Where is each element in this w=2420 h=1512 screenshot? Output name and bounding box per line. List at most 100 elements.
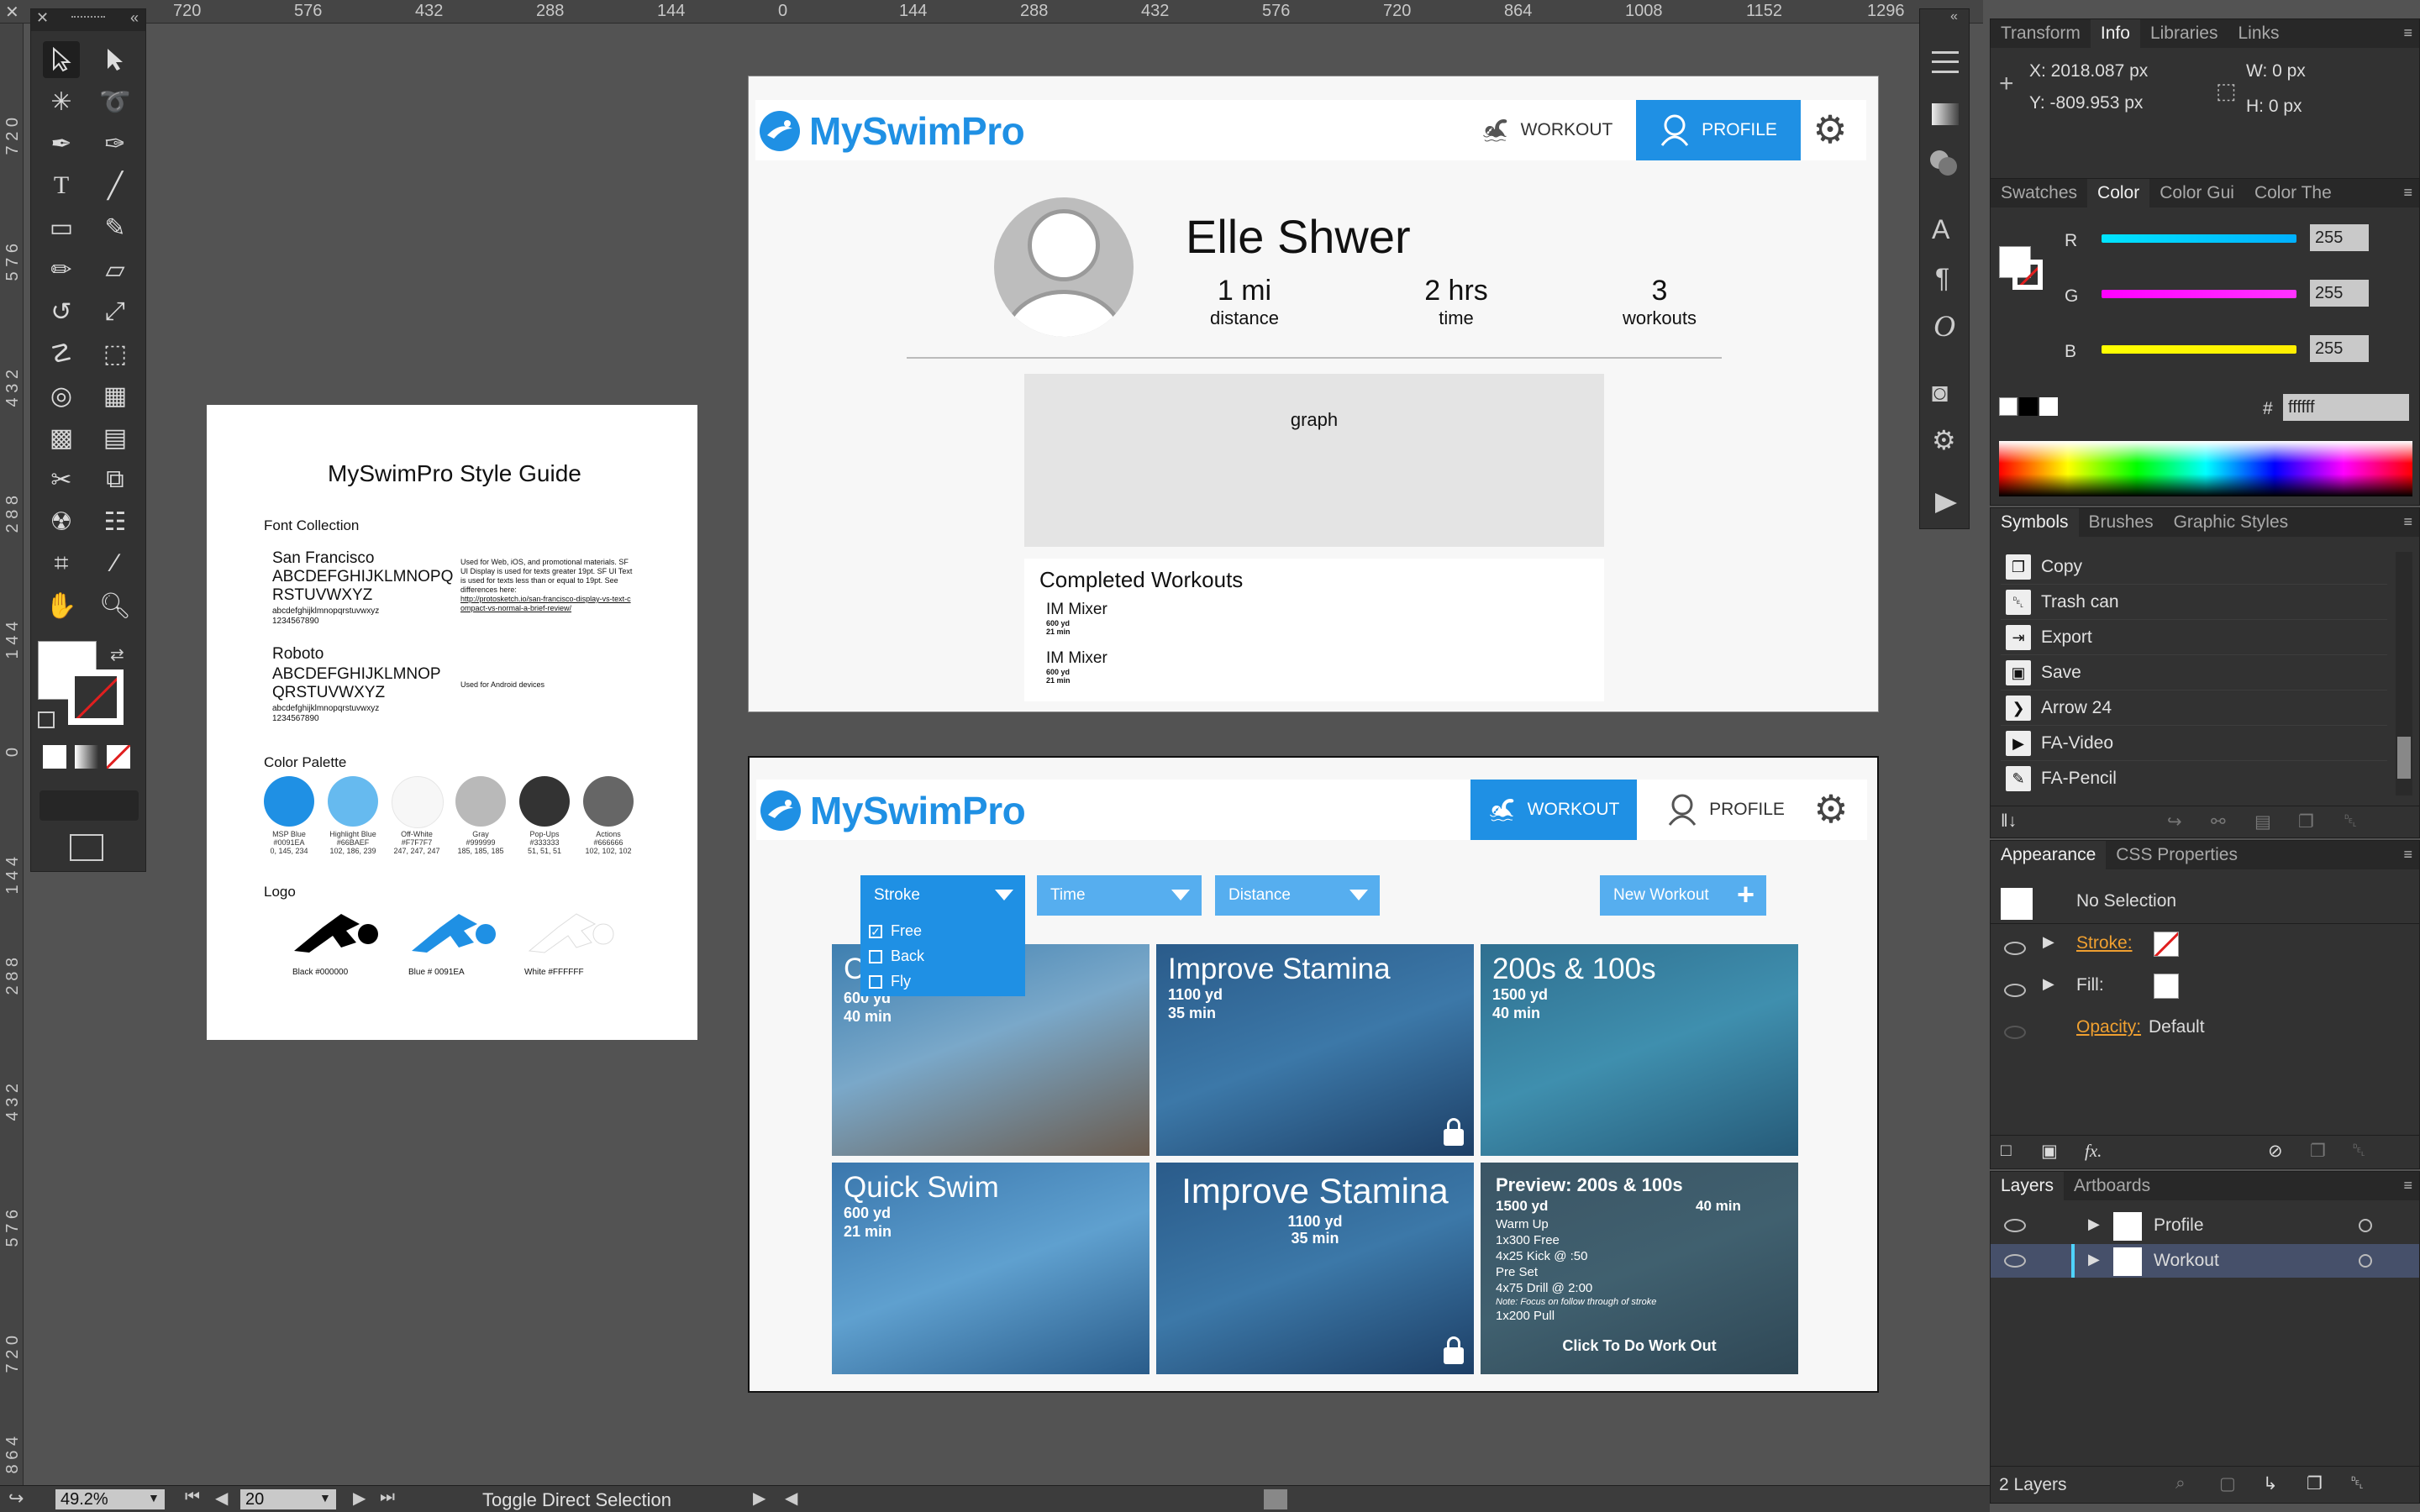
paintbrush-tool-icon[interactable]: ✎ (97, 209, 134, 246)
color-spectrum[interactable] (1999, 441, 2412, 496)
curvature-tool-icon[interactable]: ✑ (97, 125, 134, 162)
eye-icon[interactable] (2004, 1219, 2026, 1232)
tab-color-themes[interactable]: Color The (2244, 179, 2342, 207)
g-value-input[interactable]: 255 (2310, 280, 2369, 307)
none-mode-icon[interactable] (107, 745, 130, 769)
new-symbol-icon[interactable]: ❐ (2298, 811, 2314, 832)
expand-triangle-icon[interactable]: ▶ (2043, 975, 2054, 993)
stroke-option-back[interactable]: Back (869, 948, 924, 965)
opentype-panel-icon[interactable]: O (1933, 308, 1955, 344)
hand-tool-icon[interactable]: ✋ (43, 587, 80, 624)
profile-nav-workout-tab[interactable]: 🏊︎ WORKOUT (1471, 100, 1623, 160)
green-slider[interactable] (2102, 290, 2296, 298)
stroke-attribute-link[interactable]: Stroke: (2076, 933, 2133, 953)
color-mode-icon[interactable] (43, 745, 66, 769)
completed-workout-item[interactable]: IM Mixer 600 yd 21 min (1046, 601, 1107, 636)
stroke-swatch[interactable] (68, 669, 124, 725)
settings-gear-icon[interactable]: ⚙ (1810, 790, 1852, 832)
distance-filter-dropdown[interactable]: Distance (1215, 875, 1380, 916)
shape-builder-tool-icon[interactable]: ◎ (43, 377, 80, 414)
symbol-libraries-icon[interactable]: ‖↓ (2001, 811, 2017, 832)
r-value-input[interactable]: 255 (2310, 224, 2369, 251)
fill-attribute-label[interactable]: Fill: (2076, 975, 2104, 995)
screen-mode-icon[interactable] (70, 834, 103, 861)
panel-menu-icon[interactable]: ≡ (2403, 184, 2412, 202)
last-artboard-icon[interactable]: ⏭︎ (380, 1488, 395, 1507)
style-guide-artboard[interactable]: MySwimPro Style Guide Font Collection Sa… (207, 405, 697, 1040)
place-symbol-icon[interactable]: ↪ (2167, 811, 2182, 832)
collapse-icon[interactable]: « (130, 9, 139, 27)
hamburger-icon[interactable] (1932, 51, 1959, 73)
stroke-option-free[interactable]: ✓ Free (869, 922, 922, 940)
warp-tool-icon[interactable]: ☡ (43, 335, 80, 372)
eye-icon[interactable] (2004, 984, 2026, 997)
add-effect-icon[interactable]: fx. (2085, 1141, 2102, 1162)
stroke-color-swatch[interactable] (2012, 260, 2043, 290)
workout-artboard[interactable]: MySwimPro 🏊︎ WORKOUT PROFILE ⚙ Stroke Ti… (748, 756, 1879, 1393)
direct-selection-tool-icon[interactable] (97, 41, 134, 78)
gradient-tool-icon[interactable]: ▤ (97, 419, 134, 456)
vertical-ruler[interactable]: 7 2 0 5 7 6 4 3 2 2 8 8 1 4 4 0 1 4 4 2 … (0, 24, 24, 1485)
swap-fill-stroke-icon[interactable]: ⇄ (110, 644, 124, 665)
layer-row-profile[interactable]: ▶ Profile (1991, 1209, 2419, 1242)
delete-item-icon[interactable]: ␡ (2352, 1141, 2366, 1161)
new-workout-button[interactable]: New Workout + (1600, 875, 1766, 916)
time-filter-dropdown[interactable]: Time (1037, 875, 1202, 916)
symbol-item-fa-video[interactable]: ▶ FA-Video (2001, 727, 2387, 761)
tab-info[interactable]: Info (2090, 19, 2140, 48)
close-icon[interactable]: ✕ (36, 9, 49, 27)
sf-reference-link[interactable]: http://protosketch.io/san-francisco-disp… (460, 595, 634, 613)
clear-appearance-icon[interactable]: ⊘ (2268, 1141, 2283, 1162)
add-stroke-icon[interactable]: □ (2001, 1141, 2012, 1161)
target-icon[interactable] (2359, 1219, 2372, 1232)
completed-workout-item[interactable]: IM Mixer 600 yd 21 min (1046, 649, 1107, 685)
perspective-grid-tool-icon[interactable]: ▦ (97, 377, 134, 414)
workout-nav-profile-tab[interactable]: PROFILE (1650, 780, 1802, 840)
symbols-scrollbar[interactable] (2396, 552, 2412, 795)
red-slider[interactable] (2102, 234, 2296, 243)
symbol-item-arrow-24[interactable]: ❯ Arrow 24 (2001, 691, 2387, 726)
b-value-input[interactable]: 255 (2310, 335, 2369, 362)
eyedropper-tool-icon[interactable]: ✂ (43, 461, 80, 498)
line-tool-icon[interactable]: ╱ (97, 167, 134, 204)
previous-artboard-icon[interactable]: ◀ (215, 1488, 228, 1509)
symbol-item-export[interactable]: ⇥ Export (2001, 621, 2387, 655)
tab-appearance[interactable]: Appearance (1991, 841, 2107, 869)
new-layer-icon[interactable]: ❐ (2307, 1473, 2323, 1494)
tools-panel-header[interactable]: ✕ « (31, 9, 145, 31)
first-artboard-icon[interactable]: ⏮︎ (185, 1488, 200, 1507)
paragraph-panel-icon[interactable]: ¶ (1935, 263, 1949, 294)
profile-artboard[interactable]: MySwimPro 🏊︎ WORKOUT PROFILE ⚙ Elle Shwe… (748, 76, 1879, 712)
symbol-item-save[interactable]: ▣ Save (2001, 656, 2387, 690)
graph-tool-icon[interactable]: ☷ (97, 503, 134, 540)
drawing-modes-icon[interactable] (39, 790, 139, 821)
lasso-tool-icon[interactable]: ➰ (97, 83, 134, 120)
pen-tool-icon[interactable]: ✒ (43, 125, 80, 162)
magic-wand-tool-icon[interactable]: ✳ (43, 83, 80, 120)
profile-logo[interactable]: MySwimPro (759, 108, 1025, 154)
workout-preview-tile[interactable]: Preview: 200s & 100s 1500 yd 40 min Warm… (1481, 1163, 1798, 1374)
horizontal-ruler[interactable]: ✕ 720 576 432 288 144 0 144 288 432 576 … (0, 0, 1983, 24)
settings-gear-icon[interactable]: ⚙ (1809, 110, 1851, 152)
type-tool-icon[interactable]: T (43, 167, 80, 204)
stroke-filter-dropdown[interactable]: Stroke (860, 875, 1025, 916)
tab-symbols[interactable]: Symbols (1991, 508, 2079, 537)
blue-slider[interactable] (2102, 345, 2296, 354)
layer-name[interactable]: Profile (2154, 1215, 2204, 1236)
eye-icon[interactable] (2004, 942, 2026, 955)
none-color-icon[interactable] (1999, 397, 2018, 416)
symbol-item-fa-pencil[interactable]: ✎ FA-Pencil (2001, 762, 2387, 794)
profile-nav-profile-tab[interactable]: PROFILE (1636, 100, 1801, 160)
panel-menu-icon[interactable]: ≡ (2403, 846, 2412, 864)
tab-color-guide[interactable]: Color Gui (2149, 179, 2244, 207)
panel-menu-icon[interactable]: ≡ (2403, 1177, 2412, 1194)
do-workout-link[interactable]: Click To Do Work Out (1481, 1337, 1798, 1355)
avatar[interactable] (994, 197, 1134, 337)
panel-menu-icon[interactable]: ≡ (2403, 513, 2412, 531)
workout-tile[interactable]: Quick Swim 600 yd 21 min (832, 1163, 1150, 1374)
chevron-down-icon[interactable]: ▼ (319, 1491, 331, 1504)
clipping-mask-icon[interactable]: ▢ (2219, 1473, 2236, 1494)
tab-artboards[interactable]: Artboards (2064, 1172, 2160, 1200)
target-icon[interactable] (2359, 1254, 2372, 1268)
scroll-left-icon[interactable]: ◀ (785, 1488, 797, 1509)
